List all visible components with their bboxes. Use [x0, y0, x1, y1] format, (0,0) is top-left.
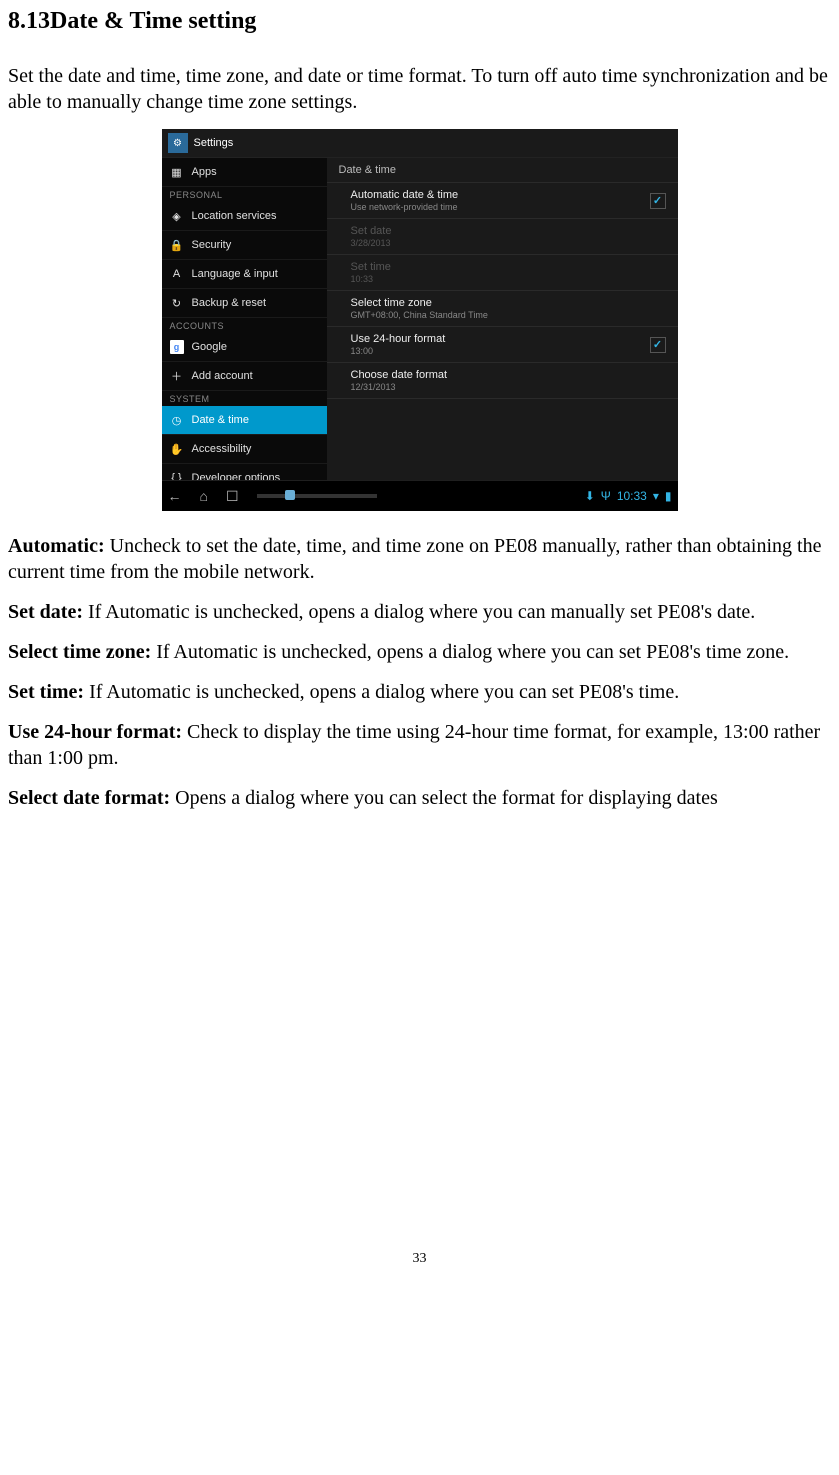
bold-label: Set date: [8, 601, 83, 623]
row-sub: 10:33 [351, 274, 391, 284]
row-title: Automatic date & time [351, 189, 459, 201]
paragraph-set-time: Set time: If Automatic is unchecked, ope… [8, 679, 831, 705]
braces-icon: { } [170, 471, 184, 480]
sidebar-item-language[interactable]: A Language & input [162, 260, 327, 289]
backup-icon: ↻ [170, 296, 184, 310]
sidebar-item-accessibility[interactable]: ✋ Accessibility [162, 435, 327, 464]
bold-label: Automatic: [8, 535, 105, 557]
row-title: Use 24-hour format [351, 333, 446, 345]
paragraph-text: If Automatic is unchecked, opens a dialo… [84, 681, 679, 703]
sidebar-label: Security [192, 239, 232, 251]
sidebar-label: Add account [192, 370, 253, 382]
keyboard-icon: A [170, 267, 184, 281]
row-choose-date-format[interactable]: Choose date format 12/31/2013 [327, 363, 678, 399]
volume-slider[interactable] [257, 494, 377, 498]
sidebar-section-system: SYSTEM [162, 391, 327, 406]
row-sub: GMT+08:00, China Standard Time [351, 310, 488, 320]
row-sub: 13:00 [351, 346, 446, 356]
sidebar-item-security[interactable]: 🔒 Security [162, 231, 327, 260]
sidebar-item-add-account[interactable]: ＋ Add account [162, 362, 327, 391]
battery-icon: ▮ [665, 489, 672, 503]
paragraph-date-format: Select date format: Opens a dialog where… [8, 785, 831, 811]
home-icon[interactable]: ⌂ [200, 488, 208, 504]
sidebar-item-location[interactable]: ◈ Location services [162, 202, 327, 231]
lock-icon: 🔒 [170, 238, 184, 252]
row-title: Set date [351, 225, 392, 237]
sidebar-label: Apps [192, 166, 217, 178]
paragraph-select-timezone: Select time zone: If Automatic is unchec… [8, 639, 831, 665]
bold-label: Select time zone: [8, 641, 151, 663]
row-set-date: Set date 3/28/2013 [327, 219, 678, 255]
sidebar-item-datetime[interactable]: ◷ Date & time [162, 406, 327, 435]
row-automatic-date-time[interactable]: Automatic date & time Use network-provid… [327, 183, 678, 219]
checkbox-checked-icon[interactable]: ✓ [650, 337, 666, 353]
settings-icon: ⚙ [168, 133, 188, 153]
recents-icon[interactable]: ☐ [226, 488, 239, 505]
back-icon[interactable]: ← [168, 488, 182, 504]
clock-icon: ◷ [170, 413, 184, 427]
paragraph-text: If Automatic is unchecked, opens a dialo… [83, 601, 755, 623]
sidebar-item-developer[interactable]: { } Developer options [162, 464, 327, 480]
paragraph-set-date: Set date: If Automatic is unchecked, ope… [8, 599, 831, 625]
page-number: 33 [8, 1251, 831, 1267]
sidebar-label: Accessibility [192, 443, 252, 455]
paragraph-automatic: Automatic: Uncheck to set the date, time… [8, 533, 831, 585]
row-title: Select time zone [351, 297, 488, 309]
location-icon: ◈ [170, 209, 184, 223]
apps-icon: ▦ [170, 165, 184, 179]
paragraph-text: If Automatic is unchecked, opens a dialo… [151, 641, 789, 663]
intro-paragraph: Set the date and time, time zone, and da… [8, 63, 831, 115]
paragraph-text: Opens a dialog where you can select the … [170, 787, 718, 809]
row-sub: 12/31/2013 [351, 382, 448, 392]
download-icon: ⬇ [585, 489, 595, 503]
plus-icon: ＋ [170, 369, 184, 383]
sidebar-label: Language & input [192, 268, 278, 280]
usb-icon: Ψ [601, 489, 611, 503]
sidebar-label: Location services [192, 210, 277, 222]
settings-title: Settings [194, 137, 234, 149]
settings-detail-pane: Date & time Automatic date & time Use ne… [327, 158, 678, 480]
android-settings-screenshot: ⚙ Settings ▦ Apps PERSONAL ◈ Location se… [162, 129, 678, 511]
sidebar-item-apps[interactable]: ▦ Apps [162, 158, 327, 187]
sidebar-item-google[interactable]: g Google [162, 333, 327, 362]
wifi-icon: ▾ [653, 489, 659, 503]
sidebar-item-backup[interactable]: ↻ Backup & reset [162, 289, 327, 318]
row-set-time: Set time 10:33 [327, 255, 678, 291]
row-24-hour-format[interactable]: Use 24-hour format 13:00 ✓ [327, 327, 678, 363]
checkbox-checked-icon[interactable]: ✓ [650, 193, 666, 209]
row-sub: Use network-provided time [351, 202, 459, 212]
row-title: Set time [351, 261, 391, 273]
status-time: 10:33 [617, 489, 647, 503]
settings-header: ⚙ Settings [162, 129, 678, 158]
sidebar-label: Google [192, 341, 227, 353]
row-sub: 3/28/2013 [351, 238, 392, 248]
sidebar-label: Developer options [192, 472, 281, 480]
paragraph-24-hour: Use 24-hour format: Check to display the… [8, 719, 831, 771]
sidebar-label: Backup & reset [192, 297, 267, 309]
bold-label: Set time: [8, 681, 84, 703]
sidebar-section-accounts: ACCOUNTS [162, 318, 327, 333]
android-navbar: ← ⌂ ☐ ⬇ Ψ 10:33 ▾ ▮ [162, 480, 678, 511]
row-title: Choose date format [351, 369, 448, 381]
settings-sidebar: ▦ Apps PERSONAL ◈ Location services 🔒 Se… [162, 158, 327, 480]
sidebar-label: Date & time [192, 414, 249, 426]
bold-label: Select date format: [8, 787, 170, 809]
bold-label: Use 24-hour format: [8, 721, 182, 743]
detail-title: Date & time [327, 158, 678, 183]
section-heading: 8.13Date & Time setting [8, 8, 831, 35]
paragraph-text: Uncheck to set the date, time, and time … [8, 535, 821, 583]
sidebar-section-personal: PERSONAL [162, 187, 327, 202]
google-icon: g [170, 340, 184, 354]
row-select-timezone[interactable]: Select time zone GMT+08:00, China Standa… [327, 291, 678, 327]
screenshot-figure: ⚙ Settings ▦ Apps PERSONAL ◈ Location se… [8, 129, 831, 511]
hand-icon: ✋ [170, 442, 184, 456]
